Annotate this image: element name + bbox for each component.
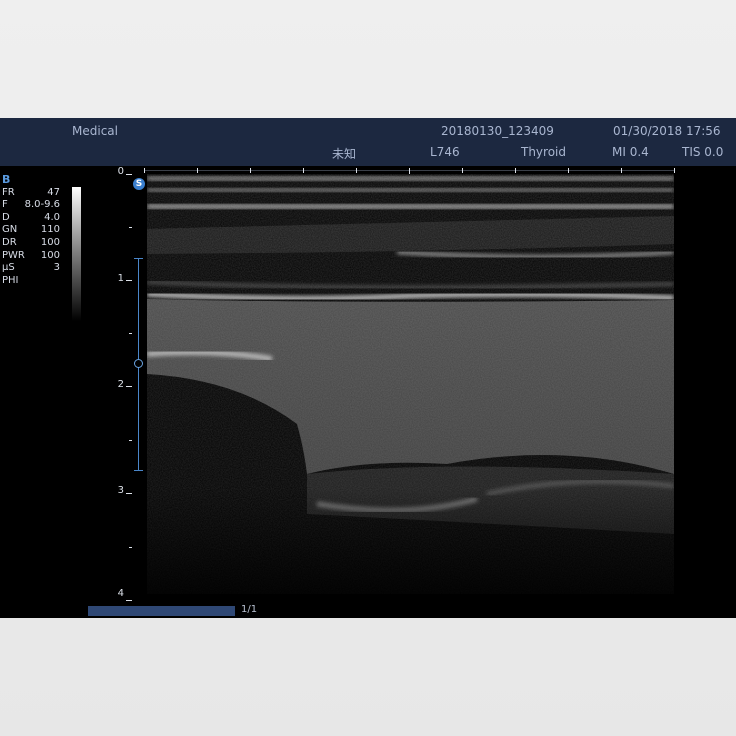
depth-tick [129, 333, 132, 334]
ultrasound-image [147, 174, 674, 594]
depth-label-2: 2 [117, 379, 124, 390]
depth-tick [129, 440, 132, 441]
depth-label-4: 4 [117, 588, 124, 599]
ruler-tick [250, 168, 251, 173]
focus-range-bottom-cap[interactable] [134, 470, 143, 471]
cine-progress-bar[interactable] [88, 606, 235, 616]
param-label: F [2, 199, 8, 211]
probe-label: L746 [430, 145, 460, 159]
depth-fade [147, 174, 674, 594]
param-label: D [2, 211, 10, 223]
depth-tick [126, 280, 132, 281]
ruler-tick [462, 168, 463, 173]
param-value: 8.0-9.6 [24, 199, 60, 211]
depth-tick [126, 174, 132, 175]
ultrasound-screen: Medical 20180130_123409 01/30/2018 17:56… [0, 118, 736, 618]
depth-tick [126, 600, 132, 601]
depth-label-0: 0 [117, 166, 124, 177]
orientation-marker-icon: S [133, 178, 145, 190]
ruler-tick [568, 168, 569, 173]
focus-position-handle[interactable] [134, 359, 143, 368]
param-row: D 4.0 [2, 212, 60, 225]
ruler-tick [197, 168, 198, 173]
tis-value: TIS 0.0 [682, 145, 724, 159]
grayscale-bar [72, 187, 81, 321]
param-value: 100 [40, 249, 60, 261]
param-row: GN 110 [2, 224, 60, 237]
mi-value: MI 0.4 [612, 145, 649, 159]
ruler-tick [515, 168, 516, 173]
param-row: PWR 100 [2, 250, 60, 263]
focus-range-top-cap[interactable] [134, 258, 143, 259]
param-row: μS 3 [2, 262, 60, 275]
ruler-tick [621, 168, 622, 173]
study-id: 20180130_123409 [441, 124, 554, 138]
brand-label: Medical [72, 124, 118, 138]
param-label: μS [2, 262, 15, 274]
preset-label: Thyroid [521, 145, 566, 159]
datetime: 01/30/2018 17:56 [613, 124, 721, 138]
depth-tick [129, 547, 132, 548]
param-value: 4.0 [44, 211, 60, 223]
param-label: PWR [2, 249, 25, 261]
param-value: 3 [53, 262, 60, 274]
depth-tick [126, 386, 132, 387]
depth-tick [126, 493, 132, 494]
param-row: DR 100 [2, 237, 60, 250]
param-label: FR [2, 186, 15, 198]
param-row: F 8.0-9.6 [2, 199, 60, 212]
depth-label-3: 3 [117, 485, 124, 496]
ruler-tick [674, 168, 675, 173]
patient-name: 未知 [332, 147, 357, 161]
param-row: FR 47 [2, 187, 60, 200]
param-value: 47 [47, 186, 60, 198]
ruler-tick [144, 168, 145, 173]
param-row: PHI [2, 275, 60, 288]
mode-label: B [2, 173, 11, 186]
imaging-parameters: B FR 47 F 8.0-9.6 D 4.0 GN 110 DR 100 PWR 100 … [2, 173, 60, 288]
param-value: 100 [40, 236, 60, 248]
cine-frame-label: 1/1 [241, 604, 258, 615]
param-label: DR [2, 236, 17, 248]
param-label: GN [2, 224, 18, 236]
param-label: PHI [2, 274, 19, 286]
ruler-tick [356, 168, 357, 173]
depth-tick [129, 227, 132, 228]
param-value: 110 [40, 224, 60, 236]
ruler-tick [303, 168, 304, 173]
header-bar: Medical 20180130_123409 01/30/2018 17:56… [0, 118, 736, 166]
depth-label-1: 1 [117, 273, 124, 284]
